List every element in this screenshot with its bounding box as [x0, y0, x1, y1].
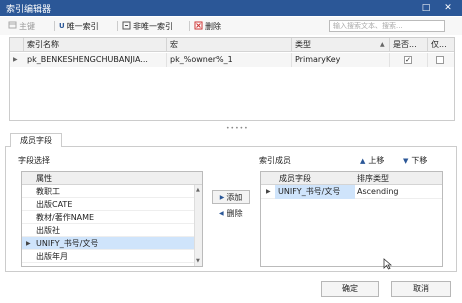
arrow-left-icon: ◀	[219, 210, 224, 217]
key-icon	[8, 21, 17, 32]
remove-label: 删除	[226, 209, 243, 218]
checkbox-unchecked[interactable]	[436, 56, 444, 64]
delete-button[interactable]: 删除	[194, 19, 221, 33]
mouse-cursor-icon	[383, 258, 393, 273]
row-indicator-icon: ▶	[266, 188, 271, 195]
column-index-name[interactable]: 索引名称	[24, 38, 167, 52]
column-macro[interactable]: 宏	[167, 38, 292, 52]
splitter-handle[interactable]: •••••	[226, 125, 249, 132]
ok-button[interactable]: 确定	[321, 281, 379, 297]
move-up-label: 上移	[368, 156, 385, 165]
toolbar-divider	[189, 21, 190, 31]
arrow-up-icon: ▲	[360, 156, 366, 165]
primary-key-label: 主键	[19, 21, 35, 31]
move-down-label: 下移	[411, 156, 428, 165]
non-unique-index-label: 非唯一索引	[133, 21, 173, 31]
column-sort-type[interactable]: 排序类型	[357, 172, 389, 185]
checkbox-checked[interactable]: ✓	[404, 56, 412, 64]
row-indicator-icon: ▶	[13, 56, 18, 63]
sort-asc-icon: ▲	[380, 41, 385, 48]
list-item[interactable]: 教材/著作NAME	[22, 211, 202, 224]
type-cell[interactable]: PrimaryKey	[292, 53, 390, 67]
list-item-label: UNIFY_书号/文号	[36, 239, 99, 248]
check-cell-5	[428, 53, 454, 67]
field-list-header: 属性	[22, 172, 202, 185]
scroll-up-icon[interactable]: ▲	[196, 187, 200, 193]
primary-key-button[interactable]: 主键	[8, 19, 35, 33]
search-input[interactable]	[329, 20, 445, 32]
field-list: 属性 教职工 出版CATE 教材/著作NAME 出版社 ▶ UNIFY_书号/文…	[21, 171, 203, 267]
tab-member-fields[interactable]: 成员字段	[10, 133, 62, 147]
list-item[interactable]: 出版社	[22, 224, 202, 237]
sort-type-cell[interactable]: Ascending	[357, 185, 398, 198]
check-cell-4: ✓	[390, 53, 428, 67]
scroll-down-icon[interactable]: ▼	[196, 258, 200, 264]
list-item[interactable]: 出版CATE	[22, 198, 202, 211]
table-row[interactable]: ▶ pk_BENKESHENGCHUBANJIA... pk_%owner%_1…	[10, 53, 454, 67]
arrow-down-icon: ▼	[403, 156, 409, 165]
column-check-4[interactable]: 是否...	[390, 38, 428, 52]
unique-index-label: 唯一索引	[66, 21, 99, 31]
add-button[interactable]: ▶ 添加	[212, 190, 250, 204]
delete-icon	[194, 21, 203, 32]
members-header: 成员字段 排序类型	[261, 172, 442, 185]
index-name-cell[interactable]: pk_BENKESHENGCHUBANJIA...	[24, 53, 167, 67]
unique-index-button[interactable]: U 唯一索引	[59, 19, 99, 33]
index-table: 索引名称 宏 类型 ▲ 是否... 仅... ▶ pk_BENKESHENGCH…	[9, 37, 455, 121]
toolbar-divider	[117, 21, 118, 31]
members-table: 成员字段 排序类型 ▶ UNIFY_书号/文号 Ascending	[260, 171, 443, 267]
column-type[interactable]: 类型	[292, 38, 390, 52]
column-member-field[interactable]: 成员字段	[279, 172, 311, 185]
toolbar-divider	[54, 21, 55, 31]
add-label: 添加	[226, 192, 243, 202]
cancel-button[interactable]: 取消	[391, 281, 451, 297]
member-field-cell[interactable]: UNIFY_书号/文号	[275, 185, 355, 199]
list-item[interactable]: 出版年月	[22, 250, 202, 263]
non-unique-index-icon	[122, 21, 131, 32]
index-table-header: 索引名称 宏 类型 ▲ 是否... 仅...	[10, 38, 454, 52]
move-down-button[interactable]: ▼ 下移	[403, 155, 427, 166]
column-check-5[interactable]: 仅...	[428, 38, 454, 52]
field-select-label: 字段选择	[18, 156, 50, 165]
table-row[interactable]: ▶ UNIFY_书号/文号 Ascending	[261, 185, 442, 199]
delete-label: 删除	[205, 21, 221, 31]
window-titlebar: 索引编辑器 □ ✕	[0, 0, 462, 16]
non-unique-index-button[interactable]: 非唯一索引	[122, 19, 173, 33]
maximize-icon[interactable]: □	[418, 0, 434, 16]
macro-cell[interactable]: pk_%owner%_1	[167, 53, 292, 67]
move-up-button[interactable]: ▲ 上移	[360, 155, 384, 166]
row-indicator-icon: ▶	[26, 240, 31, 247]
close-icon[interactable]: ✕	[440, 0, 456, 16]
arrow-right-icon: ▶	[219, 193, 225, 201]
members-label: 索引成员	[259, 156, 291, 165]
window-title: 索引编辑器	[6, 5, 52, 15]
list-item-selected[interactable]: ▶ UNIFY_书号/文号	[22, 237, 202, 250]
unique-index-icon: U	[59, 22, 65, 30]
list-item[interactable]: 教职工	[22, 185, 202, 198]
field-list-scrollbar[interactable]: ▲ ▼	[194, 185, 202, 266]
row-header-cell	[10, 38, 24, 52]
remove-button[interactable]: ◀ 删除	[219, 208, 243, 219]
